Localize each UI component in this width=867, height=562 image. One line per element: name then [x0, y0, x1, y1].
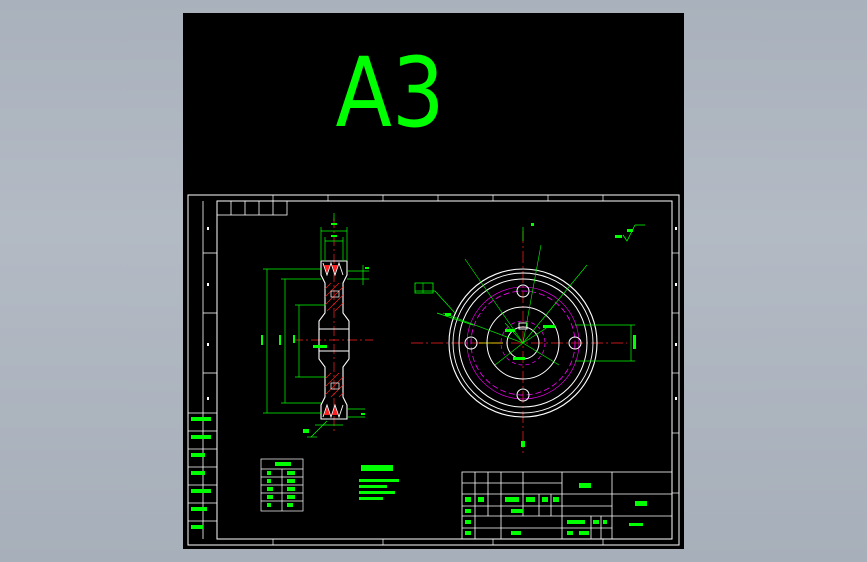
- pulley-front-view: [411, 231, 627, 453]
- cad-viewport[interactable]: A3: [183, 13, 684, 549]
- zone-marks-top: [272, 195, 604, 545]
- sheet-size-label: A3: [336, 38, 445, 150]
- pulley-section-view: [293, 218, 373, 433]
- section-dimension-marks: [261, 223, 369, 433]
- left-binding-marks: [191, 417, 211, 529]
- drawing-code-box: [216, 200, 288, 216]
- title-block-text: [465, 483, 647, 535]
- section-dimensions: [263, 213, 369, 438]
- outer-frame: [187, 194, 680, 546]
- surface-finish-symbol: [615, 224, 645, 242]
- left-binding-column: [188, 201, 217, 539]
- drawing-canvas: A3: [187, 38, 680, 546]
- technical-requirements: [359, 465, 399, 500]
- zone-marks-right: [672, 252, 679, 494]
